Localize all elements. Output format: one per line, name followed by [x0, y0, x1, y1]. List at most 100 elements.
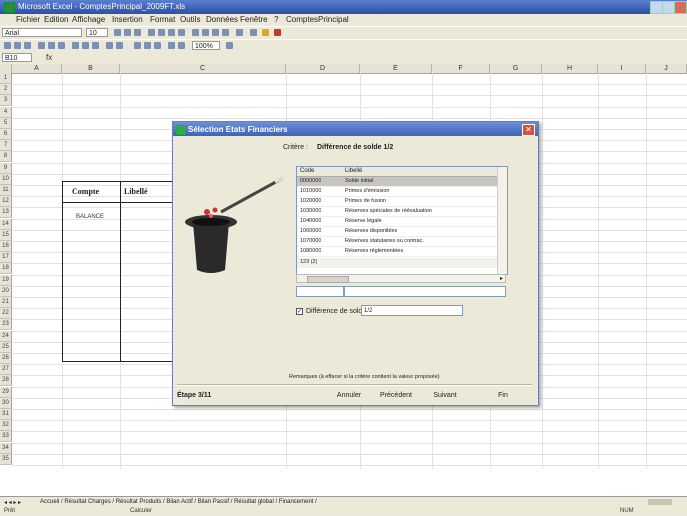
name-box[interactable]: B10	[2, 53, 32, 62]
row-header[interactable]: 24	[0, 330, 12, 342]
drawing-icon[interactable]	[178, 42, 185, 49]
row-header[interactable]: 34	[0, 442, 12, 454]
listbox-hscrollbar[interactable]: ▸	[296, 274, 506, 283]
hscroll-thumb[interactable]	[307, 276, 349, 283]
row-header[interactable]: 3	[0, 95, 12, 107]
menu-fenetre[interactable]: Fenêtre	[240, 15, 268, 24]
menu-format[interactable]: Format	[150, 15, 175, 24]
paste-icon[interactable]	[92, 42, 99, 49]
close-window-button[interactable]	[674, 1, 687, 14]
merge-icon[interactable]	[178, 29, 185, 36]
sort-asc-icon[interactable]	[144, 42, 151, 49]
hscroll-sheet[interactable]	[648, 499, 672, 505]
bold-icon[interactable]	[114, 29, 121, 36]
column-header-g[interactable]: G	[490, 64, 542, 73]
percent-icon[interactable]	[202, 29, 209, 36]
zoom-select[interactable]: 100%	[192, 41, 220, 50]
row-header[interactable]: 21	[0, 297, 12, 308]
save-icon[interactable]	[24, 42, 31, 49]
dialog-close-icon[interactable]: ✕	[522, 124, 535, 136]
row-header[interactable]: 25	[0, 341, 12, 353]
listbox-scrollbar[interactable]	[497, 167, 507, 274]
list-item[interactable]: 1030000 Réserves spéciales de réévaluatio…	[297, 207, 497, 217]
row-header[interactable]: 12	[0, 196, 12, 208]
column-header-c[interactable]: C	[120, 64, 286, 73]
column-header-e[interactable]: E	[360, 64, 432, 73]
list-item[interactable]: 1010000 Primes d'émission	[297, 187, 497, 197]
column-header-d[interactable]: D	[286, 64, 360, 73]
row-header[interactable]: 1	[0, 73, 12, 84]
listbox-header-code[interactable]: Code	[300, 168, 314, 174]
hscroll-right-arrow[interactable]: ▸	[500, 275, 503, 282]
indent-icon[interactable]	[236, 29, 243, 36]
row-header[interactable]: 32	[0, 420, 12, 432]
row-header[interactable]: 27	[0, 364, 12, 376]
borders-icon[interactable]	[250, 29, 257, 36]
sort-desc-icon[interactable]	[154, 42, 161, 49]
decimal-icon[interactable]	[222, 29, 229, 36]
row-header[interactable]: 35	[0, 453, 12, 465]
row-header[interactable]: 17	[0, 252, 12, 264]
help-icon[interactable]	[226, 42, 233, 49]
underline-icon[interactable]	[134, 29, 141, 36]
row-header[interactable]: 9	[0, 162, 12, 174]
select-all-corner[interactable]	[0, 64, 12, 73]
row-header[interactable]: 15	[0, 229, 12, 241]
row-header[interactable]: 31	[0, 409, 12, 420]
difference-solde-checkbox[interactable]: ✓	[296, 308, 303, 315]
row-header[interactable]: 7	[0, 140, 12, 152]
column-header-j[interactable]: J	[646, 64, 687, 73]
row-header[interactable]: 22	[0, 308, 12, 320]
redo-icon[interactable]	[116, 42, 123, 49]
libelle-filter-field[interactable]	[344, 286, 506, 297]
cell-compte-header[interactable]: Compte	[72, 187, 99, 196]
row-header[interactable]: 26	[0, 353, 12, 364]
row-header[interactable]: 2	[0, 84, 12, 96]
list-item[interactable]: 0000000 Solde initial	[297, 177, 497, 187]
list-item[interactable]: 1040000 Réserve légale	[297, 217, 497, 227]
column-header-b[interactable]: B	[62, 64, 120, 73]
row-header[interactable]: 19	[0, 274, 12, 286]
preview-icon[interactable]	[48, 42, 55, 49]
autosum-icon[interactable]	[134, 42, 141, 49]
row-header[interactable]: 33	[0, 431, 12, 443]
row-header[interactable]: 4	[0, 106, 12, 118]
menu-comptes[interactable]: ComptesPrincipal	[286, 15, 349, 24]
font-size-select[interactable]: 10	[86, 28, 108, 37]
column-header-h[interactable]: H	[542, 64, 598, 73]
menu-fichier[interactable]: Fichier	[16, 15, 40, 24]
cut-icon[interactable]	[72, 42, 79, 49]
menu-insertion[interactable]: Insertion	[112, 15, 143, 24]
row-header[interactable]: 23	[0, 319, 12, 331]
italic-icon[interactable]	[124, 29, 131, 36]
list-item[interactable]: 1070000 Réserves statutaires ou contrac.	[297, 237, 497, 247]
finish-button[interactable]: Fin	[483, 390, 523, 402]
tab-nav-arrows-icon[interactable]: ◂ ◂ ▸ ▸	[4, 499, 21, 506]
fill-color-icon[interactable]	[262, 29, 269, 36]
row-header[interactable]: 8	[0, 151, 12, 163]
font-name-select[interactable]: Arial	[2, 28, 82, 37]
row-header[interactable]: 30	[0, 397, 12, 409]
list-item[interactable]: 1060000 Réserves disponibles	[297, 227, 497, 237]
previous-button[interactable]: Précédent	[373, 390, 419, 402]
open-icon[interactable]	[14, 42, 21, 49]
row-header[interactable]: 29	[0, 386, 12, 398]
menu-edition[interactable]: Edition	[44, 15, 68, 24]
new-icon[interactable]	[4, 42, 11, 49]
menu-help[interactable]: ?	[274, 15, 278, 24]
sheet-tabs[interactable]: Accueil / Résultat Charges / Résultat Pr…	[40, 499, 317, 505]
column-header-f[interactable]: F	[432, 64, 490, 73]
align-right-icon[interactable]	[168, 29, 175, 36]
align-center-icon[interactable]	[158, 29, 165, 36]
row-header[interactable]: 18	[0, 263, 12, 275]
currency-icon[interactable]	[192, 29, 199, 36]
listbox-header-libelle[interactable]: Libellé	[345, 168, 362, 174]
column-header-a[interactable]: A	[12, 64, 62, 73]
row-header[interactable]: 11	[0, 185, 12, 196]
next-button[interactable]: Suivant	[423, 390, 467, 402]
align-left-icon[interactable]	[148, 29, 155, 36]
account-listbox[interactable]: Code Libellé 0000000 Solde initial 1010000…	[296, 166, 508, 275]
row-header[interactable]: 10	[0, 173, 12, 185]
row-header[interactable]: 5	[0, 117, 12, 129]
print-icon[interactable]	[38, 42, 45, 49]
